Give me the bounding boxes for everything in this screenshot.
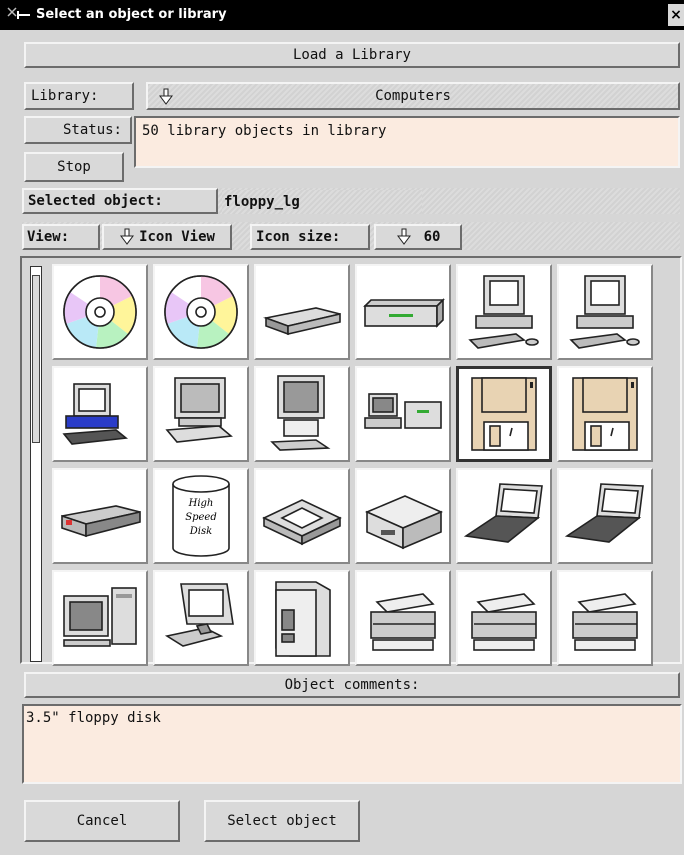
object-cell[interactable] — [557, 468, 653, 564]
object-grid: High Speed Disk — [52, 264, 653, 666]
computer-tower-icon — [63, 587, 137, 647]
object-cell[interactable] — [254, 366, 350, 462]
selected-object-value: floppy_lg — [222, 190, 422, 214]
object-cell[interactable] — [456, 570, 552, 666]
object-cell[interactable] — [254, 468, 350, 564]
laptop-icon — [463, 483, 543, 543]
view-select[interactable]: Icon View — [102, 224, 232, 250]
object-cell[interactable] — [254, 570, 350, 666]
object-cell[interactable] — [355, 468, 451, 564]
comments-header: Object comments: — [24, 672, 680, 698]
workstation-icon — [569, 275, 640, 349]
vcr-drive-icon — [61, 505, 141, 538]
cd-rom-icon — [164, 275, 238, 349]
object-cell[interactable] — [52, 570, 148, 666]
high-speed-disk-icon: High Speed Disk — [172, 475, 230, 557]
laser-printer-icon — [364, 495, 444, 550]
icon-size-value: 60 — [423, 229, 441, 245]
view-label: View: — [22, 224, 100, 250]
title-bar[interactable]: Select an object or library × — [0, 0, 684, 30]
printer-icon — [471, 593, 537, 651]
object-cell[interactable] — [52, 366, 148, 462]
printer-icon — [572, 593, 638, 651]
object-cell[interactable] — [153, 264, 249, 360]
window-menu-icon[interactable] — [6, 6, 32, 24]
object-cell[interactable] — [153, 366, 249, 462]
selected-object-label: Selected object: — [22, 188, 218, 214]
scanner-icon — [262, 499, 342, 546]
disk-text: Disk — [189, 526, 212, 537]
scroll-thumb[interactable] — [32, 275, 40, 443]
tape-drive-icon — [363, 298, 445, 328]
stop-button[interactable]: Stop — [24, 152, 124, 182]
object-cell[interactable] — [355, 366, 451, 462]
icon-size-select[interactable]: 60 — [374, 224, 462, 250]
view-value: Icon View — [139, 229, 215, 245]
object-cell[interactable] — [254, 264, 350, 360]
cancel-label: Cancel — [76, 813, 128, 829]
workstation-icon — [468, 275, 539, 349]
object-cell[interactable] — [557, 264, 653, 360]
object-cell[interactable] — [355, 570, 451, 666]
object-cell[interactable] — [557, 570, 653, 666]
status-label: Status: — [24, 116, 132, 144]
library-select[interactable]: Computers — [146, 82, 680, 110]
floppy-disk-icon — [471, 377, 537, 451]
cancel-button[interactable]: Cancel — [24, 800, 180, 842]
load-library-button[interactable]: Load a Library — [24, 42, 680, 68]
library-value: Computers — [375, 88, 451, 104]
status-field: 50 library objects in library — [134, 116, 680, 168]
comments-field[interactable]: 3.5" floppy disk — [22, 704, 682, 784]
vertical-scrollbar[interactable] — [30, 266, 42, 662]
object-cell[interactable] — [557, 366, 653, 462]
server-icon — [275, 581, 331, 657]
desktop-computer-icon — [165, 377, 233, 443]
disk-text: Speed — [185, 512, 217, 523]
disk-text: High — [188, 498, 214, 509]
down-arrow-icon — [396, 228, 411, 245]
down-arrow-icon — [120, 228, 135, 245]
object-cell[interactable]: High Speed Disk — [153, 468, 249, 564]
printer-icon — [370, 593, 436, 651]
object-cell[interactable] — [456, 366, 552, 462]
stop-label: Stop — [57, 159, 91, 175]
object-cell[interactable] — [456, 264, 552, 360]
cd-rom-icon — [63, 275, 137, 349]
load-library-label: Load a Library — [292, 47, 411, 63]
object-cell[interactable] — [52, 468, 148, 564]
terminal-icon — [164, 583, 234, 647]
desktop-system-icon — [364, 393, 442, 429]
window-title: Select an object or library — [36, 7, 227, 22]
object-cell[interactable] — [456, 468, 552, 564]
tower-computer-icon — [270, 375, 331, 451]
object-cell[interactable] — [153, 570, 249, 666]
object-cell[interactable] — [355, 264, 451, 360]
floppy-disk-icon — [572, 377, 638, 451]
select-object-label: Select object — [227, 813, 337, 829]
comments-label: Object comments: — [284, 677, 420, 693]
close-icon[interactable]: × — [668, 4, 684, 26]
dialog-body: Load a Library Library: Computers Status… — [10, 30, 684, 855]
object-cell[interactable] — [52, 264, 148, 360]
library-label: Library: — [24, 82, 134, 110]
external-drive-icon — [263, 307, 341, 336]
laptop-icon — [564, 483, 644, 543]
select-object-button[interactable]: Select object — [204, 800, 360, 842]
icon-size-label: Icon size: — [250, 224, 370, 250]
pc-computer-icon — [62, 383, 129, 445]
